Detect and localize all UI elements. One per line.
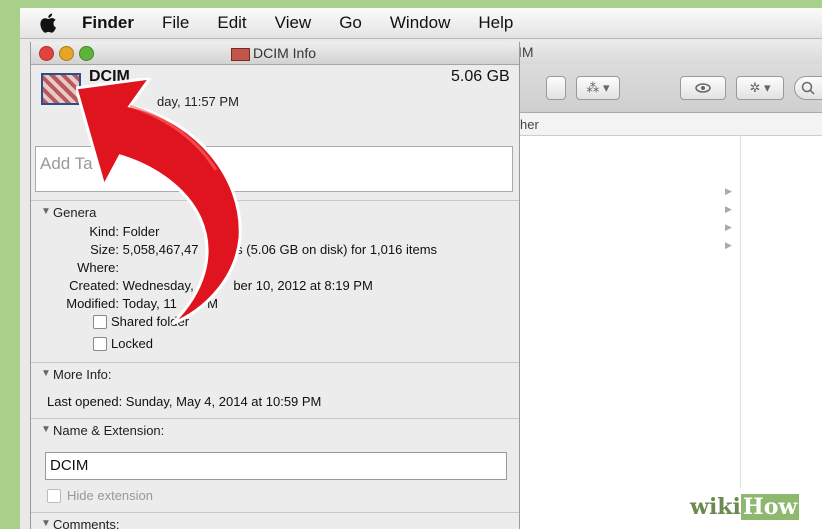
- finder-title-bar: IM: [510, 40, 822, 64]
- menu-file[interactable]: File: [162, 13, 189, 33]
- hide-extension-label: Hide extension: [67, 488, 153, 503]
- arrange-button[interactable]: ⁂ ▾: [576, 76, 620, 100]
- folder-thumbnail-icon: [41, 73, 81, 105]
- finder-title: IM: [518, 44, 534, 60]
- watermark-part2: How: [740, 494, 800, 520]
- gear-icon: ✲ ▾: [749, 80, 771, 95]
- locked-label: Locked: [111, 336, 153, 351]
- menu-bar: Finder File Edit View Go Window Help: [20, 8, 822, 39]
- item-size: 5.06 GB: [451, 68, 510, 85]
- more-info-section-header[interactable]: ▼ More Info:: [31, 362, 519, 387]
- finder-window: IM ⁂ ▾ ✲ ▾ her ▶ ▶ ▶ ▶: [510, 40, 822, 529]
- column-divider: [740, 135, 741, 529]
- minimize-button[interactable]: [59, 46, 74, 61]
- menu-go[interactable]: Go: [339, 13, 362, 33]
- menu-edit[interactable]: Edit: [217, 13, 246, 33]
- name-field-value: DCIM: [50, 457, 89, 474]
- finder-column-header: her: [510, 113, 822, 136]
- disclosure-triangle-icon[interactable]: ▼: [41, 518, 51, 529]
- comments-section-header[interactable]: ▼ Comments:: [31, 512, 519, 529]
- action-button[interactable]: ✲ ▾: [736, 76, 784, 100]
- comments-heading: Comments:: [53, 517, 120, 529]
- menu-finder[interactable]: Finder: [82, 13, 134, 33]
- search-icon: [801, 81, 815, 95]
- quick-look-button[interactable]: [680, 76, 726, 100]
- column-header-label: her: [520, 117, 539, 132]
- search-field[interactable]: [794, 76, 822, 100]
- eye-icon: [695, 83, 711, 93]
- disclosure-triangle-icon[interactable]: ▶: [725, 204, 732, 215]
- disclosure-triangle-icon[interactable]: ▶: [725, 222, 732, 233]
- close-button[interactable]: [39, 46, 54, 61]
- watermark-part1: wiki: [690, 494, 741, 520]
- menu-view[interactable]: View: [275, 13, 312, 33]
- window-title: DCIM Info: [253, 45, 317, 61]
- zoom-button[interactable]: [79, 46, 94, 61]
- last-opened: Last opened: Sunday, May 4, 2014 at 10:5…: [47, 394, 322, 409]
- hide-extension-checkbox[interactable]: [47, 489, 61, 503]
- screen: Finder File Edit View Go Window Help IM …: [20, 8, 822, 529]
- name-field[interactable]: DCIM: [45, 452, 507, 480]
- info-title-bar: DCIM Info: [31, 42, 519, 65]
- disclosure-triangle-icon[interactable]: ▼: [41, 368, 51, 379]
- more-info-heading: More Info:: [53, 367, 112, 382]
- wikihow-watermark: wikiHow: [690, 494, 800, 520]
- red-arrow-annotation-icon: [76, 78, 242, 326]
- disclosure-triangle-icon[interactable]: ▼: [41, 424, 51, 435]
- disclosure-triangle-icon[interactable]: ▶: [725, 240, 732, 251]
- apple-logo-icon[interactable]: [38, 12, 60, 34]
- name-extension-section-header[interactable]: ▼ Name & Extension:: [31, 418, 519, 443]
- disclosure-triangle-icon[interactable]: ▼: [41, 206, 51, 217]
- menu-help[interactable]: Help: [478, 13, 513, 33]
- menu-window[interactable]: Window: [390, 13, 450, 33]
- view-button[interactable]: [546, 76, 566, 100]
- folder-image-icon: [231, 48, 250, 61]
- disclosure-triangle-icon[interactable]: ▶: [725, 186, 732, 197]
- locked-checkbox[interactable]: [93, 337, 107, 351]
- finder-toolbar: ⁂ ▾ ✲ ▾: [510, 64, 822, 113]
- name-extension-heading: Name & Extension:: [53, 423, 165, 438]
